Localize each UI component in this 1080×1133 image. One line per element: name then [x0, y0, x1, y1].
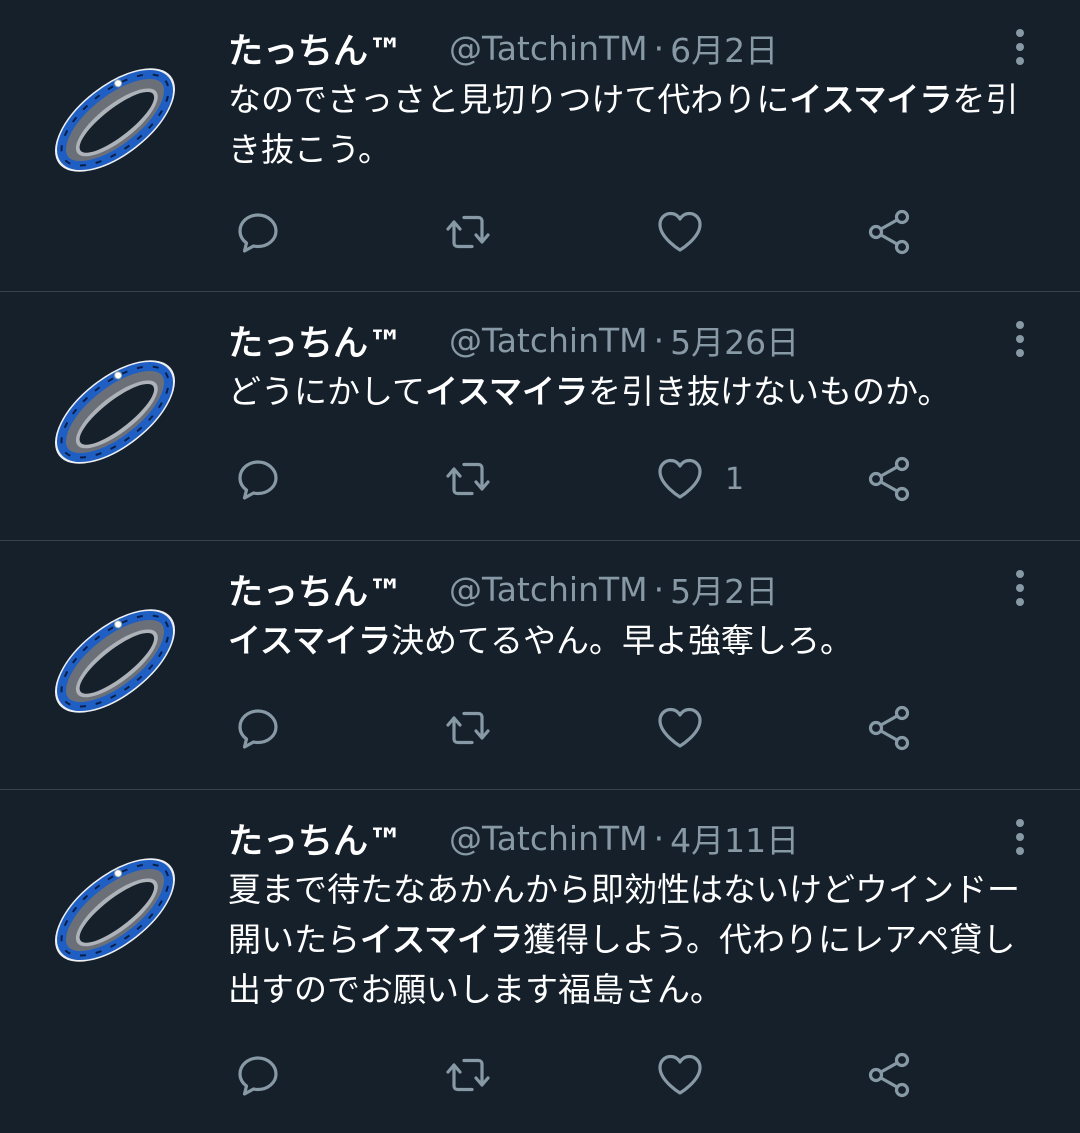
share-button[interactable]: [865, 698, 915, 758]
text-segment-highlight: イスマイラ: [425, 372, 589, 411]
display-name[interactable]: たっちん™: [228, 564, 403, 615]
more-vertical-icon[interactable]: [1000, 22, 1040, 72]
text-segment: 決めてるやん。早よ強奪しろ。: [391, 621, 854, 660]
share-button[interactable]: [865, 449, 915, 509]
separator: ·: [653, 569, 665, 609]
retweet-icon: [443, 454, 493, 504]
reply-icon: [233, 454, 283, 504]
reply-button[interactable]: [233, 1045, 303, 1105]
user-handle[interactable]: @TatchinTM: [449, 29, 648, 68]
tweet-header: たっちん™ @TatchinTM · 5月2日: [228, 563, 778, 615]
share-icon: [865, 207, 915, 257]
reply-button[interactable]: [233, 449, 303, 509]
user-handle[interactable]: @TatchinTM: [449, 321, 648, 360]
tweet[interactable]: たっちん™ @TatchinTM · 5月2日 イスマイラ決めてるやん。早よ強奪…: [0, 541, 1080, 790]
ring-avatar-icon[interactable]: [40, 835, 190, 985]
user-handle[interactable]: @TatchinTM: [449, 819, 648, 858]
separator: ·: [653, 28, 665, 68]
reply-icon: [233, 703, 283, 753]
tweet-header: たっちん™ @TatchinTM · 4月11日: [228, 812, 799, 864]
tweet-text: どうにかしてイスマイラを引き抜けないものか。: [228, 367, 1048, 417]
tweet-text: なのでさっさと見切りつけて代わりにイスマイラを引き抜こう。: [228, 75, 1048, 175]
tweet-date[interactable]: 6月2日: [670, 24, 778, 72]
display-name[interactable]: たっちん™: [228, 315, 403, 366]
separator: ·: [653, 320, 665, 360]
share-icon: [865, 454, 915, 504]
reply-icon: [233, 207, 283, 257]
tweet-header: たっちん™ @TatchinTM · 5月26日: [228, 314, 799, 366]
more-vertical-icon[interactable]: [1000, 563, 1040, 613]
reply-button[interactable]: [233, 698, 303, 758]
retweet-button[interactable]: [443, 1045, 513, 1105]
user-handle[interactable]: @TatchinTM: [449, 570, 648, 609]
share-button[interactable]: [865, 202, 915, 262]
retweet-icon: [443, 703, 493, 753]
reply-icon: [233, 1050, 283, 1100]
tweet-actions: [228, 202, 948, 262]
like-button[interactable]: [655, 698, 725, 758]
like-button[interactable]: 1: [655, 449, 744, 509]
reply-button[interactable]: [233, 202, 303, 262]
text-segment-highlight: イスマイラ: [228, 621, 392, 660]
tweet-date[interactable]: 5月26日: [670, 316, 799, 364]
heart-icon: [655, 1050, 705, 1100]
more-vertical-icon[interactable]: [1000, 812, 1040, 862]
retweet-icon: [443, 1050, 493, 1100]
ring-avatar-icon[interactable]: [40, 337, 190, 487]
retweet-button[interactable]: [443, 698, 513, 758]
share-icon: [865, 703, 915, 753]
tweet-header: たっちん™ @TatchinTM · 6月2日: [228, 22, 778, 74]
ring-avatar-icon[interactable]: [40, 586, 190, 736]
separator: ·: [653, 818, 665, 858]
heart-icon: [655, 703, 705, 753]
retweet-icon: [443, 207, 493, 257]
text-segment: なのでさっさと見切りつけて代わりに: [228, 80, 790, 119]
text-segment-highlight: イスマイラ: [360, 920, 524, 959]
like-button[interactable]: [655, 202, 725, 262]
tweet-feed: たっちん™ @TatchinTM · 6月2日 なのでさっさと見切りつけて代わり…: [0, 0, 1080, 1133]
heart-icon: [655, 207, 705, 257]
tweet[interactable]: たっちん™ @TatchinTM · 5月26日 どうにかしてイスマイラを引き抜…: [0, 292, 1080, 541]
like-count: 1: [725, 461, 745, 497]
tweet-date[interactable]: 5月2日: [670, 565, 778, 613]
text-segment: どうにかして: [228, 372, 426, 411]
share-icon: [865, 1050, 915, 1100]
display-name[interactable]: たっちん™: [228, 23, 403, 74]
like-button[interactable]: [655, 1045, 725, 1105]
tweet[interactable]: たっちん™ @TatchinTM · 4月11日 夏まで待たなあかんから即効性は…: [0, 790, 1080, 1133]
tweet-actions: 1: [228, 449, 948, 509]
ring-avatar-icon[interactable]: [40, 45, 190, 195]
heart-icon: [655, 454, 705, 504]
text-segment: を引き抜けないものか。: [588, 372, 951, 411]
retweet-button[interactable]: [443, 202, 513, 262]
tweet-text: イスマイラ決めてるやん。早よ強奪しろ。: [228, 616, 1048, 666]
share-button[interactable]: [865, 1045, 915, 1105]
tweet-date[interactable]: 4月11日: [670, 814, 799, 862]
tweet-text: 夏まで待たなあかんから即効性はないけどウインドー開いたらイスマイラ獲得しよう。代…: [228, 865, 1048, 1015]
tweet[interactable]: たっちん™ @TatchinTM · 6月2日 なのでさっさと見切りつけて代わり…: [0, 0, 1080, 292]
retweet-button[interactable]: [443, 449, 513, 509]
text-segment-highlight: イスマイラ: [789, 80, 953, 119]
display-name[interactable]: たっちん™: [228, 813, 403, 864]
more-vertical-icon[interactable]: [1000, 314, 1040, 364]
tweet-actions: [228, 698, 948, 758]
tweet-actions: [228, 1045, 948, 1105]
